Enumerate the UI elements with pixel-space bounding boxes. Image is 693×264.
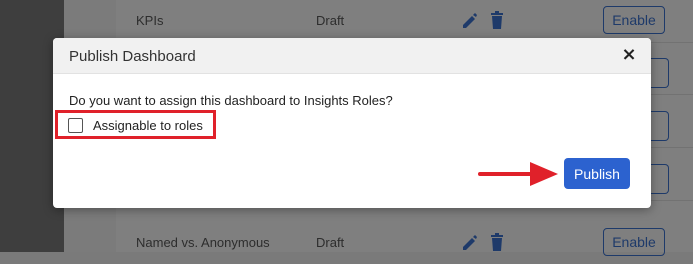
enable-button[interactable]: [648, 164, 669, 194]
enable-button[interactable]: [648, 58, 669, 88]
pencil-icon[interactable]: [461, 233, 477, 251]
arrow-right-icon: [478, 162, 558, 186]
enable-button[interactable]: [648, 111, 669, 141]
dashboard-name: Named vs. Anonymous: [136, 235, 270, 250]
checkbox-label: Assignable to roles: [93, 118, 203, 133]
pencil-icon[interactable]: [461, 11, 477, 29]
dashboard-status: Draft: [316, 13, 345, 28]
assignable-to-roles-checkbox[interactable]: [68, 118, 83, 133]
modal-header: Publish Dashboard ×: [53, 38, 651, 74]
modal-title: Publish Dashboard: [69, 48, 196, 65]
dashboard-status: Draft: [316, 235, 345, 250]
table-row: KPIs Draft Enable: [116, 0, 693, 43]
trash-icon[interactable]: [490, 11, 504, 29]
close-icon[interactable]: ×: [619, 45, 639, 65]
publish-button[interactable]: Publish: [564, 158, 630, 189]
table-row: Named vs. Anonymous Draft Enable: [116, 222, 693, 264]
trash-icon[interactable]: [490, 233, 504, 251]
enable-button[interactable]: Enable: [603, 6, 665, 34]
publish-dashboard-modal: Publish Dashboard × Do you want to assig…: [53, 38, 651, 208]
dashboard-name: KPIs: [136, 13, 164, 28]
assign-question: Do you want to assign this dashboard to …: [69, 93, 393, 108]
